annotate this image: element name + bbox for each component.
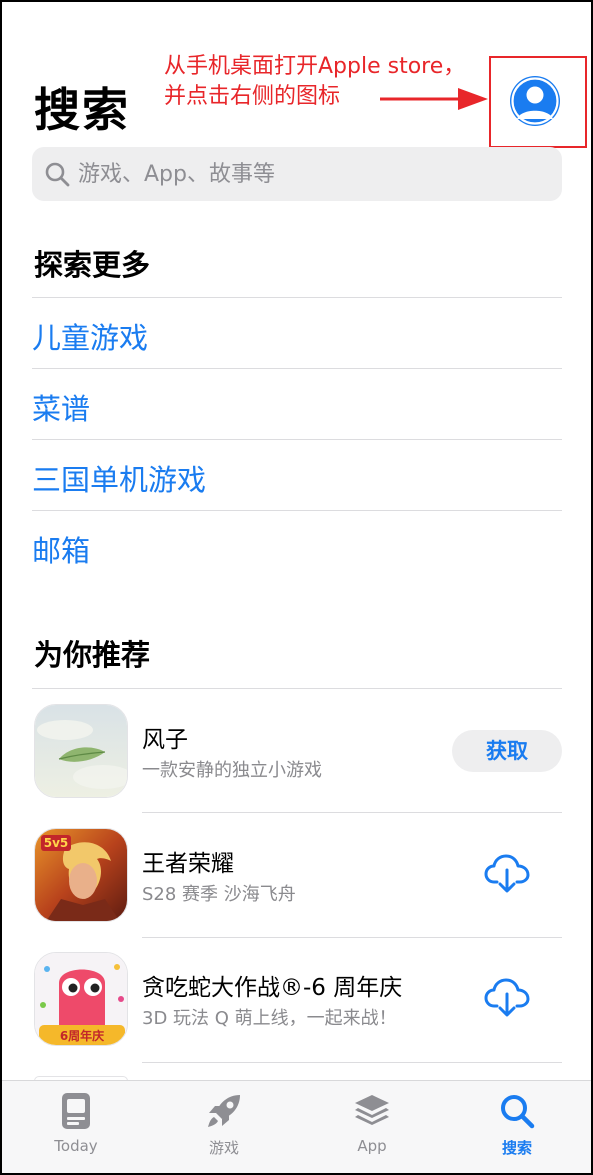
search-bar[interactable] [32, 147, 562, 201]
app-name: 风子 [142, 727, 188, 753]
app-subtitle: S28 赛季 沙海飞舟 [142, 884, 296, 905]
account-button[interactable] [510, 76, 560, 126]
app-store-screen: 搜索 从手机桌面打开Apple store， 并点击右侧的图标 探索更多 儿童游… [2, 2, 591, 1173]
get-button[interactable]: 获取 [452, 730, 562, 772]
explore-item-three-kingdoms-games[interactable]: 三国单机游戏 [32, 457, 206, 499]
explore-item-recipes[interactable]: 菜谱 [32, 386, 90, 428]
divider [32, 688, 562, 689]
app-icon-fengzi[interactable] [34, 704, 128, 798]
cloud-download-icon[interactable] [484, 854, 530, 894]
search-icon [501, 1095, 535, 1129]
divider [32, 510, 562, 511]
cloud-download-icon[interactable] [484, 978, 530, 1018]
tab-search[interactable]: 搜索 [443, 1081, 591, 1173]
explore-item-mailbox[interactable]: 邮箱 [32, 528, 90, 570]
divider [142, 937, 562, 938]
tab-today[interactable]: Today [2, 1081, 150, 1173]
divider [142, 812, 562, 813]
tab-apps[interactable]: App [298, 1081, 446, 1173]
account-icon [511, 77, 559, 125]
tab-label: 搜索 [501, 1139, 532, 1157]
snake-mascot-icon: 6周年庆 [35, 953, 127, 1045]
app-icon-badge: 6周年庆 [60, 1028, 104, 1043]
explore-item-kids-games[interactable]: 儿童游戏 [32, 315, 148, 357]
app-icon-honor-of-kings[interactable]: 5v5 [34, 828, 128, 922]
app-name: 王者荣耀 [142, 851, 234, 877]
explore-section-title: 探索更多 [34, 248, 151, 282]
app-subtitle: 一款安静的独立小游戏 [142, 760, 322, 781]
tab-games[interactable]: 游戏 [150, 1081, 298, 1173]
app-icon-snake-game[interactable]: 6周年庆 [34, 952, 128, 1046]
app-icon-badge: 5v5 [44, 836, 69, 850]
search-input[interactable] [78, 147, 548, 201]
tab-label: 游戏 [208, 1139, 239, 1157]
app-subtitle: 3D 玩法 Q 萌上线，一起来战！ [142, 1008, 397, 1029]
layers-icon [355, 1095, 389, 1125]
page-title: 搜索 [34, 83, 130, 137]
rocket-icon [208, 1095, 240, 1127]
search-icon [45, 162, 70, 187]
tab-label: Today [54, 1137, 98, 1155]
divider [32, 439, 562, 440]
app-name: 贪吃蛇大作战®-6 周年庆 [142, 975, 403, 1001]
today-icon [62, 1093, 90, 1129]
annotation-line-1: 从手机桌面打开Apple store， [164, 54, 466, 79]
divider [32, 368, 562, 369]
divider [32, 297, 562, 298]
tab-label: App [357, 1137, 387, 1155]
divider [142, 1062, 562, 1063]
recommend-section-title: 为你推荐 [34, 638, 151, 672]
leaf-icon [35, 705, 127, 797]
tab-bar: Today 游戏 App 搜索 [2, 1080, 591, 1173]
annotation-arrow [380, 88, 488, 110]
game-hero-icon: 5v5 [35, 829, 127, 921]
